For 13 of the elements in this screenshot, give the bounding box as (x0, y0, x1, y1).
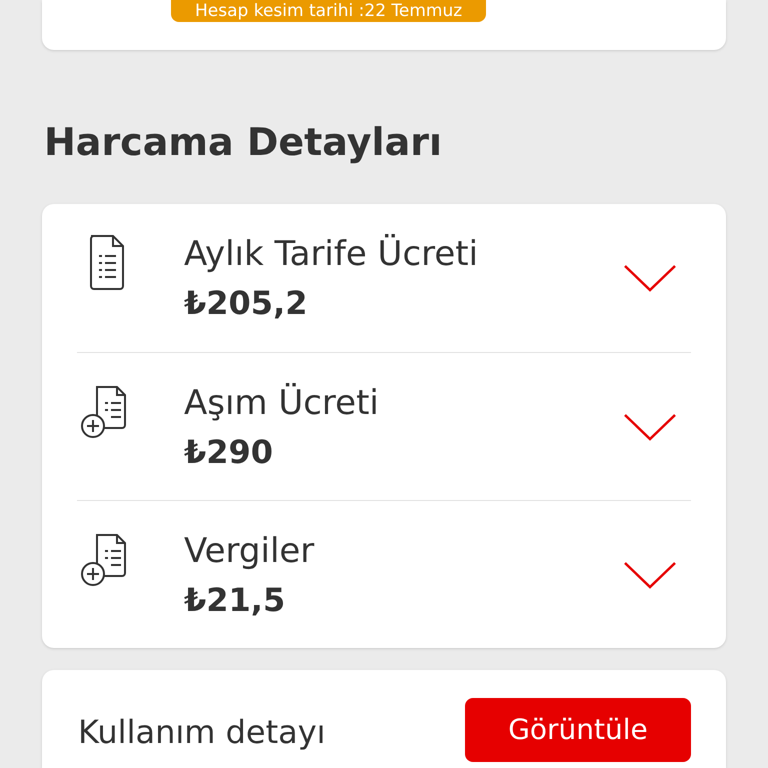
charge-title: Vergiler (184, 530, 316, 572)
expand-chevron-icon[interactable] (623, 412, 677, 442)
charge-amount: ₺290 (184, 432, 274, 472)
billing-date-badge: Hesap kesim tarihi :22 Temmuz (171, 0, 486, 22)
expand-chevron-icon[interactable] (623, 263, 677, 293)
charge-amount: ₺205,2 (184, 283, 308, 324)
charge-amount: ₺21,5 (184, 580, 286, 620)
charge-title: Aylık Tarife Ücreti (184, 233, 480, 276)
view-button[interactable]: Görüntüle (465, 698, 691, 762)
section-title: Harcama Detayları (44, 119, 443, 166)
expand-chevron-icon[interactable] (623, 560, 677, 590)
charge-title: Aşım Ücreti (184, 382, 380, 424)
usage-label: Kullanım detayı (78, 712, 326, 753)
